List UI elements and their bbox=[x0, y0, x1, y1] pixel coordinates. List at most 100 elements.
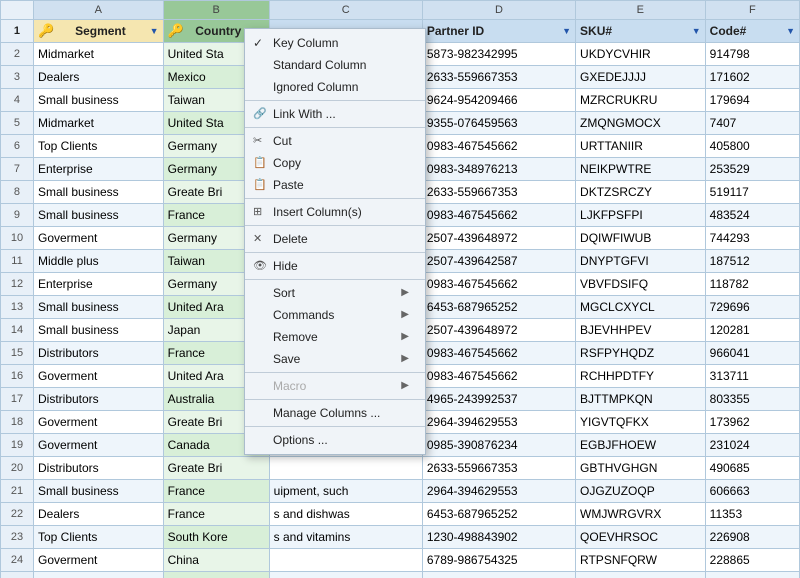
partner-id-cell: 6453-687965252 bbox=[422, 503, 575, 526]
menu-item-label: Key Column bbox=[273, 36, 338, 50]
menu-item-manage-columns[interactable]: Manage Columns ... bbox=[245, 402, 425, 424]
segment-cell: Small business bbox=[33, 480, 163, 503]
menu-item-standard-column[interactable]: Standard Column bbox=[245, 54, 425, 76]
filter-icon-f[interactable]: ▼ bbox=[786, 21, 795, 41]
segment-cell: Goverment bbox=[33, 549, 163, 572]
code-cell: 11353 bbox=[705, 503, 799, 526]
menu-item-insert-columns[interactable]: ⊞Insert Column(s) bbox=[245, 201, 425, 223]
code-cell: 803355 bbox=[705, 388, 799, 411]
code-header[interactable]: Code# ▼ bbox=[705, 20, 799, 43]
sku-cell: THGXWMZVQ bbox=[576, 572, 706, 578]
menu-item-label: Paste bbox=[273, 178, 304, 192]
col-a-letter[interactable]: A bbox=[33, 1, 163, 20]
row-number: 22 bbox=[1, 503, 34, 526]
sku-cell: UKDYCVHIR bbox=[576, 43, 706, 66]
col-f-letter[interactable]: F bbox=[705, 1, 799, 20]
product-cell: s and vitamins bbox=[269, 526, 422, 549]
filter-icon-a[interactable]: ▼ bbox=[150, 21, 159, 41]
row-number: 13 bbox=[1, 296, 34, 319]
x-icon: ✕ bbox=[253, 232, 262, 246]
sku-cell: MZRCRUKRU bbox=[576, 89, 706, 112]
code-cell: 118782 bbox=[705, 273, 799, 296]
menu-item-commands[interactable]: Commands▶ bbox=[245, 304, 425, 326]
menu-item-copy[interactable]: 📋 Copy bbox=[245, 152, 425, 174]
menu-separator bbox=[245, 225, 425, 226]
segment-cell: Goverment bbox=[33, 365, 163, 388]
code-cell: 914798 bbox=[705, 43, 799, 66]
filter-icon-d[interactable]: ▼ bbox=[562, 21, 571, 41]
row-number: 14 bbox=[1, 319, 34, 342]
menu-separator bbox=[245, 100, 425, 101]
row-number: 12 bbox=[1, 273, 34, 296]
segment-cell: Distributors bbox=[33, 388, 163, 411]
partner-id-cell: 9355-076459563 bbox=[422, 112, 575, 135]
menu-item-hide[interactable]: 👁 Hide bbox=[245, 255, 425, 277]
filter-icon-e[interactable]: ▼ bbox=[692, 21, 701, 41]
partner-id-cell: 4965-243992537 bbox=[422, 388, 575, 411]
sku-cell: DNYPTGFVI bbox=[576, 250, 706, 273]
segment-cell: Distributors bbox=[33, 457, 163, 480]
sku-cell: BJEVHHPEV bbox=[576, 319, 706, 342]
menu-item-cut[interactable]: ✂ Cut bbox=[245, 130, 425, 152]
menu-item-sort[interactable]: Sort▶ bbox=[245, 282, 425, 304]
partner-id-cell: 2633-559667353 bbox=[422, 457, 575, 480]
sku-cell: RSFPYHQDZ bbox=[576, 342, 706, 365]
menu-item-label: Copy bbox=[273, 156, 301, 170]
partner-id-cell: 2964-394629553 bbox=[422, 480, 575, 503]
product-cell: uipment, such bbox=[269, 480, 422, 503]
menu-item-ignored-column[interactable]: Ignored Column bbox=[245, 76, 425, 98]
segment-cell: Goverment bbox=[33, 434, 163, 457]
col-c-letter[interactable]: C bbox=[269, 1, 422, 20]
menu-item-link-with[interactable]: 🔗Link With ... bbox=[245, 103, 425, 125]
code-cell: 606663 bbox=[705, 480, 799, 503]
code-cell: 226908 bbox=[705, 526, 799, 549]
row-number: 16 bbox=[1, 365, 34, 388]
menu-item-key-column[interactable]: Key Column bbox=[245, 32, 425, 54]
product-cell: s and vitamins bbox=[269, 572, 422, 578]
menu-item-label: Remove bbox=[273, 330, 318, 344]
menu-item-label: Hide bbox=[273, 259, 298, 273]
row-number: 6 bbox=[1, 135, 34, 158]
partner-id-cell: 0983-348976213 bbox=[422, 158, 575, 181]
product-cell: s and dishwas bbox=[269, 503, 422, 526]
segment-header[interactable]: 🔑 Segment ▼ bbox=[33, 20, 163, 43]
menu-item-options[interactable]: Options ... bbox=[245, 429, 425, 451]
menu-item-save[interactable]: Save▶ bbox=[245, 348, 425, 370]
hide-icon: 👁 bbox=[253, 259, 267, 273]
segment-cell: Small business bbox=[33, 89, 163, 112]
menu-item-delete[interactable]: ✕Delete bbox=[245, 228, 425, 250]
scissors-icon: ✂ bbox=[253, 134, 262, 148]
sku-cell: BJTTMPKQN bbox=[576, 388, 706, 411]
sku-cell: DKTZSRCZY bbox=[576, 181, 706, 204]
code-cell: 231024 bbox=[705, 434, 799, 457]
row-number: 10 bbox=[1, 227, 34, 250]
menu-separator bbox=[245, 279, 425, 280]
col-d-letter[interactable]: D bbox=[422, 1, 575, 20]
segment-cell: Dealers bbox=[33, 66, 163, 89]
menu-item-label: Standard Column bbox=[273, 58, 366, 72]
col-b-letter[interactable]: B bbox=[163, 1, 269, 20]
country-cell: China bbox=[163, 549, 269, 572]
partner-id-header[interactable]: Partner ID ▼ bbox=[422, 20, 575, 43]
partner-id-cell: 2633-559667353 bbox=[422, 181, 575, 204]
menu-item-label: Link With ... bbox=[273, 107, 336, 121]
sku-header[interactable]: SKU# ▼ bbox=[576, 20, 706, 43]
copy-icon: 📋 bbox=[253, 156, 267, 170]
partner-id-cell: 2507-439648972 bbox=[422, 227, 575, 250]
paste-icon: 📋 bbox=[253, 178, 267, 192]
menu-item-label: Cut bbox=[273, 134, 292, 148]
menu-item-label: Options ... bbox=[273, 433, 328, 447]
sku-cell: URTTANIIR bbox=[576, 135, 706, 158]
col-e-letter[interactable]: E bbox=[576, 1, 706, 20]
menu-item-paste[interactable]: 📋 Paste bbox=[245, 174, 425, 196]
segment-cell: Goverment bbox=[33, 227, 163, 250]
spreadsheet: A B C D E F 1 🔑 Segment ▼ bbox=[0, 0, 800, 578]
menu-item-remove[interactable]: Remove▶ bbox=[245, 326, 425, 348]
country-cell: Greate Bri bbox=[163, 457, 269, 480]
sku-cell: RCHHPDTFY bbox=[576, 365, 706, 388]
code-cell: 179694 bbox=[705, 89, 799, 112]
sku-cell: EGBJFHOEW bbox=[576, 434, 706, 457]
segment-cell: Top Clients bbox=[33, 135, 163, 158]
code-cell: 7407 bbox=[705, 112, 799, 135]
country-cell: France bbox=[163, 480, 269, 503]
